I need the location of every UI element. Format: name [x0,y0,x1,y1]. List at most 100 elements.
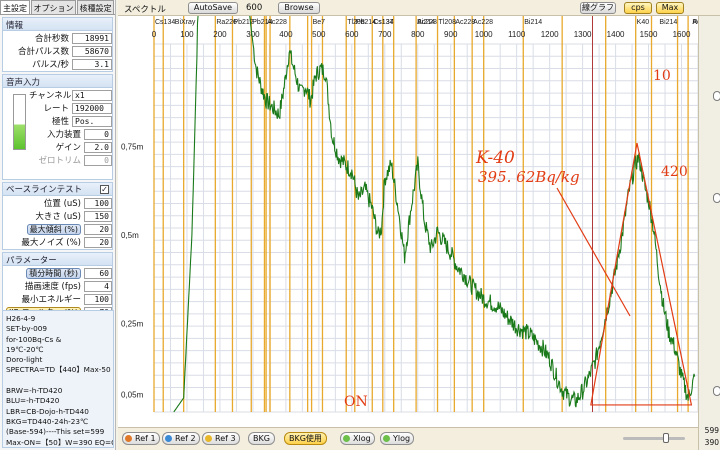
ref2-button[interactable]: Ref 2 [162,432,200,445]
tab-options[interactable]: オプション [30,0,76,14]
slider-knob-420[interactable] [713,193,720,203]
nuclide-label: Cs137 [373,19,393,26]
baseline-test-group: ベースラインテスト ✓ 位置 (uS) 100 大きさ (uS) 150 最大傾斜 … [2,182,113,250]
note-line: BKG=TD440-24h-23℃ [6,416,89,426]
xlog-label: Xlog [353,434,371,443]
note-line: SET-by-009 [6,324,48,334]
size-field[interactable]: 150 [84,210,112,222]
max-button[interactable]: Max [656,2,684,14]
zoom-slider-thumb[interactable] [663,433,669,443]
total-pulses-value: 58670 [72,45,112,57]
slider-knob-10[interactable] [713,91,720,101]
channel-select[interactable]: x1 [72,89,112,101]
notes-textarea[interactable]: H26-4-9 SET-by-009 for-100Bq-Cs & 19℃-20℃ Do… [2,310,114,448]
x-tick-label: 400 [279,30,293,39]
max-slope-button[interactable]: 最大傾斜 (%) [26,223,81,235]
max-noise-label: 最大ノイズ (%) [21,238,81,248]
nuclide-label: Bi214 [659,19,677,26]
x-tick-label: 200 [213,30,227,39]
total-pulses-label: 合計パルス数 [17,47,69,57]
integration-time-field[interactable]: 60 [84,267,112,279]
zoom-slider[interactable] [623,433,685,443]
max-slope-field[interactable]: 20 [84,223,112,235]
nuclide-label: K40 [637,19,650,26]
x-tick-label: 800 [411,30,425,39]
zero-trim-field[interactable]: 0 [84,154,112,166]
baseline-test-title: ベースラインテスト ✓ [3,183,112,196]
parameters-title: パラメーター [3,253,112,266]
integration-time-button[interactable]: 積分時間 (秒) [26,267,81,279]
input-device-field[interactable]: 0 [84,128,112,140]
nuclide-label: Bi214 [524,19,542,26]
rate-select[interactable]: 192000 [72,102,112,114]
min-energy-field[interactable]: 100 [84,293,112,305]
draw-speed-field[interactable]: 4 [84,280,112,292]
note-line: for-100Bq-Cs & [6,334,62,344]
x-tick-label: 1100 [508,30,526,39]
min-energy-label: 最小エネルギー [21,295,81,305]
autosave-interval[interactable]: 600 [246,3,262,13]
y-tick-label: 0,75m [121,143,144,152]
nuclide-label: Cs134 [155,19,175,26]
x-tick-label: 0 [152,30,157,39]
x-tick-label: 1600 [673,30,691,39]
bottom-toolbar: Ref 1 Ref 2 Ref 3 BKG BKG使用 Xlog Ylog [118,427,698,450]
ylog-label: Ylog [393,434,411,443]
note-line [6,376,110,386]
max-noise-field[interactable]: 20 [84,236,112,248]
note-line: H26-4-9 [6,314,36,323]
nuclide-label: BiXray [175,19,196,26]
channel-label: チャンネル [29,91,72,101]
browse-button[interactable]: Browse [278,2,320,14]
ref2-label: Ref 2 [175,434,196,443]
y-tick-label: 0,05m [121,390,144,399]
k40-activity-annotation: 395. 62Bq/kg [478,168,580,186]
x-tick-label: 1500 [640,30,658,39]
cps-button[interactable]: cps [624,2,652,14]
ref1-label: Ref 1 [135,434,156,443]
slider-value-bottom: 390 [704,438,719,447]
note-line: SPECTRA=TD【440】Max-50 [6,365,111,375]
ylog-button[interactable]: Ylog [380,432,415,445]
line-graph-button[interactable]: 線グラフ [580,2,616,14]
pulses-per-second-value: 3.1 [72,58,112,70]
position-field[interactable]: 100 [84,197,112,209]
x-tick-label: 1300 [574,30,592,39]
note-line: (Base-594)----This set=599 [6,427,105,437]
spectrum-chart[interactable]: Cs134 BiXray Ra226 Pb212 Pb214 Ac228 Be7 Tl208 P… [118,16,698,427]
app-window: 主設定 オプション 核種設定 情報 合計秒数 18991 合計パルス数 58670 … [0,0,720,450]
annotation-10: 10 [653,68,671,84]
ref1-button[interactable]: Ref 1 [122,432,160,445]
x-tick-label: 1200 [541,30,559,39]
tab-main-settings[interactable]: 主設定 [0,0,30,14]
input-device-label: 入力装置 [46,130,81,140]
nuclide-label: Be7 [313,19,326,26]
y-tick-label: 0,5m [121,231,139,240]
polarity-select[interactable]: Pos. [72,115,112,127]
bkg-button[interactable]: BKG [248,432,275,445]
total-seconds-label: 合計秒数 [34,34,69,44]
use-bkg-button[interactable]: BKG使用 [284,432,327,445]
x-tick-label: 900 [444,30,458,39]
tab-nuclide-settings[interactable]: 核種設定 [76,0,114,14]
x-tick-label: 1000 [475,30,493,39]
slider-value-top: 599 [704,426,719,435]
gain-field[interactable]: 2.0 [84,141,112,153]
spectrum-plot[interactable]: Cs134 BiXray Ra226Pb212Pb214Ac228 Be7 Tl208P… [118,16,698,427]
x-tick-label: 700 [378,30,392,39]
xlog-button[interactable]: Xlog [340,432,375,445]
note-line: Doro-light [6,355,43,365]
ref3-label: Ref 3 [215,434,236,443]
slider-knob-bottom[interactable] [713,386,720,396]
nuclide-label: Ac228 [473,19,493,26]
ref3-button[interactable]: Ref 3 [202,432,240,445]
info-group-title: 情報 [3,18,112,31]
audio-input-group: 音声入力 チャンネル x1 レート 192000 極性 Pos. 入力装置 0 ゲイン 2… [2,74,113,180]
x-tick-label: 100 [180,30,194,39]
autosave-button[interactable]: AutoSave [188,2,238,14]
ref2-color-dot [165,435,172,442]
gain-label: ゲイン [55,143,81,153]
baseline-test-checkbox[interactable]: ✓ [100,184,109,194]
nuclide-label: Tl208 [439,19,457,26]
total-seconds-value: 18991 [72,32,112,44]
